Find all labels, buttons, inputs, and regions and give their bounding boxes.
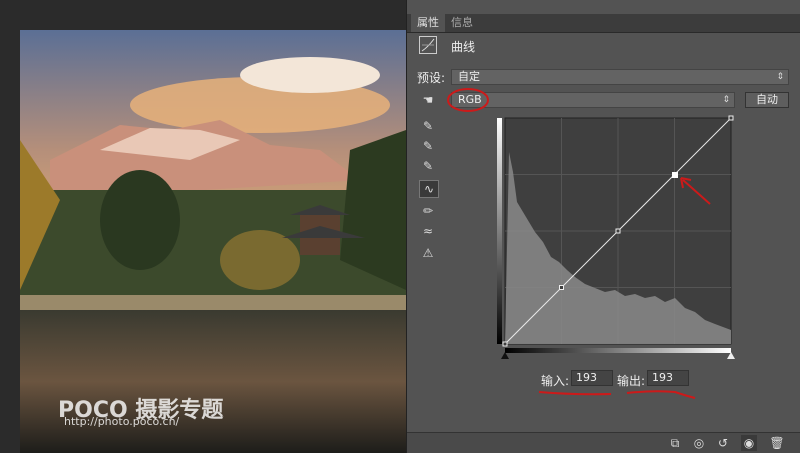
eyedropper-black-icon[interactable]: ✎ (419, 118, 437, 134)
panel-header: 曲线 (415, 34, 795, 58)
view-previous-icon[interactable]: ◎ (691, 435, 707, 451)
channel-dropdown[interactable]: RGB ⇕ (451, 92, 735, 108)
curve-point[interactable] (728, 115, 734, 121)
visibility-eye-icon[interactable]: ◉ (741, 435, 757, 451)
curves-graph[interactable] (495, 112, 735, 362)
input-field[interactable]: 193 (571, 370, 613, 386)
panel-tabbar: 属性 信息 (407, 14, 800, 33)
tab-properties[interactable]: 属性 (411, 14, 445, 32)
curve-point[interactable] (559, 285, 564, 290)
output-gradient-bar (497, 118, 502, 344)
document-canvas: POCO 摄影专题 http://photo.poco.cn/ (0, 0, 406, 453)
watermark-url: http://photo.poco.cn/ (64, 415, 180, 428)
annotation-underlines (538, 390, 696, 399)
eyedropper-gray-icon[interactable]: ✎ (419, 138, 437, 154)
black-point-slider[interactable] (501, 352, 509, 359)
curves-adjust-icon (419, 36, 437, 54)
hand-target-icon[interactable]: ☚ (419, 92, 437, 108)
output-field[interactable]: 193 (647, 370, 689, 386)
properties-panel: 属性 信息 曲线 预设: 自定 ⇕ ☚ RGB ⇕ 自动 ✎ ✎ ✎ ∿ ✏ ≈… (406, 0, 800, 453)
white-point-slider[interactable] (727, 352, 735, 359)
tab-info[interactable]: 信息 (445, 14, 479, 32)
curve-tool-icon[interactable]: ∿ (419, 180, 439, 198)
preset-row: 预设: (417, 69, 445, 87)
annotation-arrow (680, 177, 711, 205)
panel-bottom-toolbar: ⧉ ◎ ↺ ◉ 🗑 (407, 432, 800, 453)
updown-arrow-icon: ⇕ (722, 95, 730, 105)
eyedropper-white-icon[interactable]: ✎ (419, 158, 437, 174)
smooth-icon[interactable]: ≈ (419, 223, 437, 239)
clip-to-layer-icon[interactable]: ⧉ (667, 435, 683, 451)
photo-image (20, 30, 406, 453)
input-gradient-bar (505, 348, 731, 353)
panel-title: 曲线 (451, 40, 476, 54)
pencil-tool-icon[interactable]: ✏ (419, 203, 437, 219)
trash-icon[interactable]: 🗑 (769, 435, 785, 451)
curve-point[interactable] (615, 228, 621, 234)
reset-icon[interactable]: ↺ (715, 435, 731, 451)
auto-button[interactable]: 自动 (745, 92, 789, 108)
annotation-circle-rgb (447, 88, 489, 112)
preset-value: 自定 (458, 70, 480, 83)
clipping-warning-icon[interactable]: ⚠ (419, 245, 437, 261)
curve-point[interactable] (502, 341, 508, 347)
preset-label: 预设: (417, 71, 446, 85)
preset-dropdown[interactable]: 自定 ⇕ (451, 69, 789, 85)
landscape-photo (20, 30, 406, 453)
updown-arrow-icon: ⇕ (776, 72, 784, 82)
